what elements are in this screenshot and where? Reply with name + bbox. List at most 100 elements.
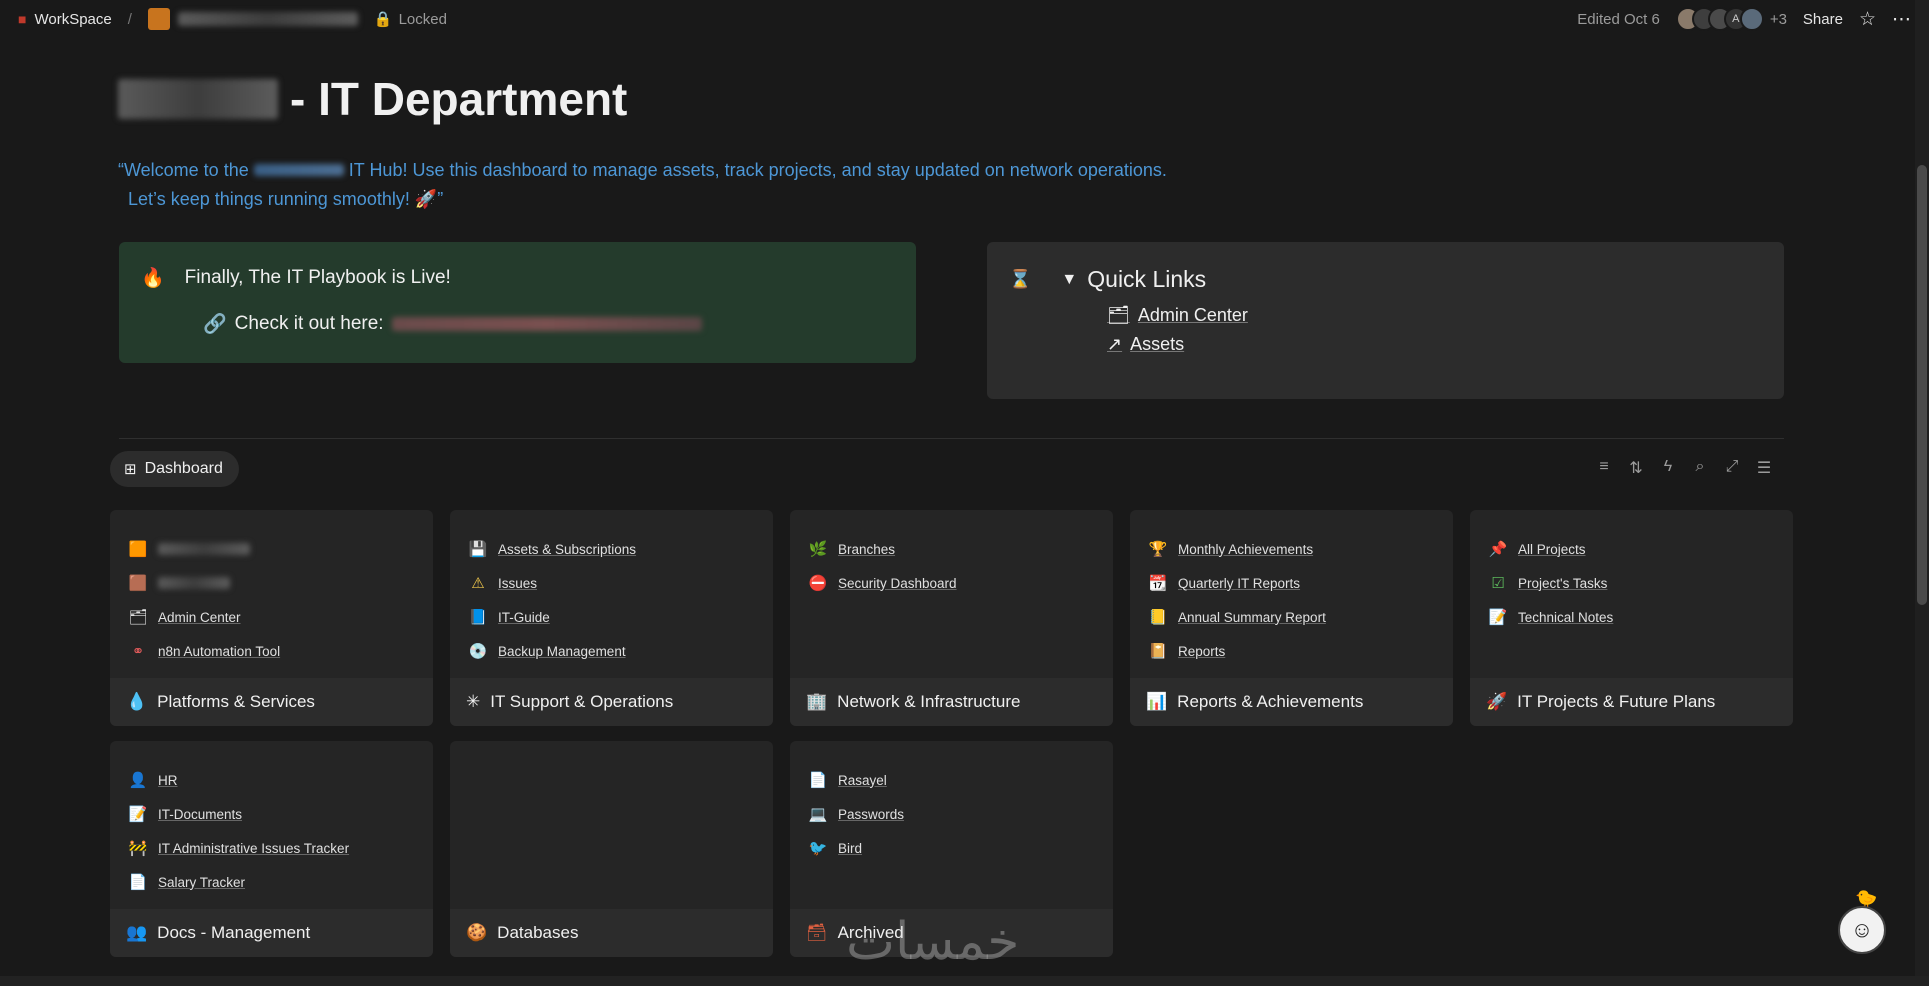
trophy-icon: 🏆 bbox=[1148, 541, 1168, 558]
assets-icon: ↗ bbox=[1107, 334, 1123, 354]
card-network-infrastructure[interactable]: 🌿 Branches ⛔ Security Dashboard 🏢 Networ… bbox=[790, 510, 1113, 726]
app-icon: 🟧 bbox=[128, 541, 148, 558]
list-item[interactable]: 📄 Rasayel bbox=[808, 763, 1095, 797]
breadcrumb-separator: / bbox=[127, 10, 132, 28]
edited-timestamp[interactable]: Edited Oct 6 bbox=[1577, 11, 1660, 28]
quick-links-heading[interactable]: Quick Links bbox=[1087, 266, 1206, 293]
document-icon: 📄 bbox=[808, 772, 828, 789]
item-label: Quarterly IT Reports bbox=[1178, 575, 1301, 591]
fire-icon: 🔥 bbox=[141, 268, 165, 289]
n8n-icon: ⚭ bbox=[131, 643, 145, 660]
breadcrumb-page-redacted[interactable] bbox=[177, 12, 358, 26]
list-item[interactable]: 📆 Quarterly IT Reports bbox=[1148, 566, 1435, 600]
welcome-text-end: IT Hub! Use this dashboard to manage ass… bbox=[348, 160, 1167, 180]
list-item[interactable]: 👤 HR bbox=[128, 763, 415, 797]
quick-link-admin-center[interactable]: 🗂 Admin Center bbox=[1107, 305, 1762, 326]
locked-indicator[interactable]: 🔒 Locked bbox=[374, 10, 447, 29]
item-label: Issues bbox=[498, 575, 538, 591]
list-item[interactable]: ⚠ Issues bbox=[468, 566, 755, 600]
item-label: Admin Center bbox=[158, 609, 241, 625]
admin-center-icon: 🗂 bbox=[128, 609, 148, 626]
list-item[interactable]: 📘 IT-Guide bbox=[468, 600, 755, 634]
playbook-link-redacted[interactable] bbox=[391, 317, 702, 331]
card-title: Docs - Management bbox=[157, 923, 311, 942]
toggle-triangle-icon[interactable]: ▼ bbox=[1061, 271, 1077, 289]
top-bar: ■ WorkSpace / 🔒 Locked Edited Oct 6 A +3… bbox=[0, 0, 1929, 38]
item-redacted bbox=[158, 577, 230, 589]
search-icon[interactable]: ⌕ bbox=[1692, 458, 1708, 478]
tab-dashboard[interactable]: ⊞ Dashboard bbox=[110, 451, 239, 487]
view-actions: ≡ ⇅ ϟ ⌕ ⤢ ☰ bbox=[1596, 458, 1772, 478]
list-item[interactable]: 📒 Annual Summary Report bbox=[1148, 600, 1435, 634]
share-button[interactable]: Share bbox=[1803, 11, 1843, 28]
page-icon: 📄 bbox=[128, 874, 148, 891]
list-item[interactable]: ⚭ n8n Automation Tool bbox=[128, 634, 415, 668]
breadcrumb-workspace[interactable]: WorkSpace bbox=[34, 11, 111, 28]
sort-icon[interactable]: ⇅ bbox=[1628, 458, 1644, 478]
no-entry-icon: ⛔ bbox=[808, 575, 828, 592]
item-label: IT-Guide bbox=[498, 609, 550, 625]
list-item[interactable]: 💾 Assets & Subscriptions bbox=[468, 532, 755, 566]
list-item[interactable]: ☑ Project's Tasks bbox=[1488, 566, 1775, 600]
warning-icon: ⚠ bbox=[471, 575, 485, 592]
list-item[interactable]: 🟫 bbox=[128, 566, 415, 600]
card-it-projects-future-plans[interactable]: 📌 All Projects ☑ Project's Tasks 📝 Techn… bbox=[1470, 510, 1793, 726]
tab-dashboard-label: Dashboard bbox=[144, 460, 223, 477]
quick-link-assets[interactable]: ↗ Assets bbox=[1107, 334, 1762, 355]
list-item[interactable]: 💿 Backup Management bbox=[468, 634, 755, 668]
divider bbox=[119, 438, 1784, 439]
card-title: Reports & Achievements bbox=[1177, 692, 1364, 711]
list-item[interactable]: 📌 All Projects bbox=[1488, 532, 1775, 566]
playbook-headline: Finally, The IT Playbook is Live! bbox=[184, 267, 451, 288]
filter-icon[interactable]: ≡ bbox=[1596, 458, 1612, 478]
automation-icon[interactable]: ϟ bbox=[1660, 458, 1676, 478]
expand-icon[interactable]: ⤢ bbox=[1724, 458, 1740, 478]
app-icon: 🟫 bbox=[128, 575, 148, 592]
star-icon[interactable]: ☆ bbox=[1859, 8, 1876, 31]
list-item[interactable]: 🐦 Bird bbox=[808, 831, 1095, 865]
list-item[interactable]: 🟧 bbox=[128, 532, 415, 566]
item-label: Rasayel bbox=[838, 772, 887, 788]
next-row-edge bbox=[0, 976, 1929, 986]
card-platforms-services[interactable]: 🟧 🟫 🗂 Admin Center ⚭ n8n Automation Tool… bbox=[110, 510, 433, 726]
list-item[interactable]: 💻 Passwords bbox=[808, 797, 1095, 831]
list-item[interactable]: 📝 Technical Notes bbox=[1488, 600, 1775, 634]
welcome-text-start: “Welcome to the bbox=[118, 160, 249, 180]
list-item[interactable]: 🌿 Branches bbox=[808, 532, 1095, 566]
list-item[interactable]: 🚧 IT Administrative Issues Tracker bbox=[128, 831, 415, 865]
list-item[interactable]: 📝 IT-Documents bbox=[128, 797, 415, 831]
list-item[interactable]: ⛔ Security Dashboard bbox=[808, 566, 1095, 600]
item-label: IT-Documents bbox=[158, 806, 243, 822]
bar-chart-icon: 📊 bbox=[1146, 692, 1168, 711]
item-label: Reports bbox=[1178, 643, 1226, 659]
page-title-text: - IT Department bbox=[290, 73, 628, 125]
card-reports-achievements[interactable]: 🏆 Monthly Achievements 📆 Quarterly IT Re… bbox=[1130, 510, 1453, 726]
card-docs-management[interactable]: 👤 HR 📝 IT-Documents 🚧 IT Administrative … bbox=[110, 741, 433, 957]
scrollbar-thumb[interactable] bbox=[1917, 165, 1927, 605]
list-item[interactable]: 🗂 Admin Center bbox=[128, 600, 415, 634]
card-title: IT Support & Operations bbox=[490, 692, 674, 711]
card-databases[interactable]: 🍪 Databases bbox=[450, 741, 773, 957]
item-label: Project's Tasks bbox=[1518, 575, 1608, 591]
collaborator-avatars[interactable]: A +3 bbox=[1675, 7, 1787, 31]
calendar-icon: 📆 bbox=[1148, 575, 1168, 592]
list-item[interactable]: 📄 Salary Tracker bbox=[128, 865, 415, 899]
item-label: Backup Management bbox=[498, 643, 626, 659]
ai-assistant-button[interactable]: ☺ bbox=[1838, 906, 1886, 954]
list-item[interactable]: 🏆 Monthly Achievements bbox=[1148, 532, 1435, 566]
item-label: All Projects bbox=[1518, 541, 1586, 557]
floppy-icon: 💾 bbox=[468, 541, 488, 558]
item-label: Monthly Achievements bbox=[1178, 541, 1314, 557]
card-it-support-operations[interactable]: 💾 Assets & Subscriptions ⚠ Issues 📘 IT-G… bbox=[450, 510, 773, 726]
settings-icon[interactable]: ☰ bbox=[1756, 458, 1772, 478]
list-item[interactable]: 📔 Reports bbox=[1148, 634, 1435, 668]
more-options-icon[interactable]: ⋯ bbox=[1892, 8, 1911, 31]
item-label: n8n Automation Tool bbox=[158, 643, 281, 659]
notebook-icon: 📔 bbox=[1148, 643, 1168, 660]
item-label: Annual Summary Report bbox=[1178, 609, 1326, 625]
scrollbar[interactable] bbox=[1915, 0, 1929, 986]
ledger-icon: 📒 bbox=[1148, 609, 1168, 626]
construction-icon: 🚧 bbox=[128, 840, 148, 857]
card-title: IT Projects & Future Plans bbox=[1517, 692, 1716, 711]
item-label: Bird bbox=[838, 840, 863, 856]
